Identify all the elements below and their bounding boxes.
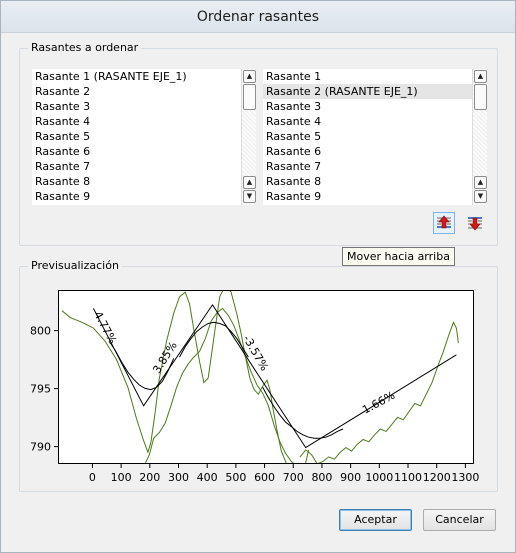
right-list-item[interactable]: Rasante 8 — [263, 174, 487, 189]
right-scroll-down-button[interactable]: ▲ — [474, 176, 487, 189]
left-list-item[interactable]: Rasante 6 — [32, 144, 256, 159]
right-list-item[interactable]: Rasante 6 — [263, 144, 487, 159]
cancel-button[interactable]: Cancelar — [423, 509, 496, 531]
right-list-item[interactable]: Rasante 9 — [263, 189, 487, 204]
left-list-item[interactable]: Rasante 3 — [32, 99, 256, 114]
slope-label: 1.66% — [360, 389, 397, 417]
right-list-item[interactable]: Rasante 1 — [263, 69, 487, 84]
left-list-item[interactable]: Rasante 7 — [32, 159, 256, 174]
slope-label: 4.77% — [91, 309, 119, 346]
dialog-window: Ordenar rasantes Rasantes a ordenar Rasa… — [0, 0, 516, 553]
right-scroll-up-button[interactable]: ▲ — [474, 70, 487, 83]
right-list-item[interactable]: Rasante 2 (RASANTE EJE_1) — [263, 84, 487, 99]
title-bar[interactable]: Ordenar rasantes — [1, 1, 515, 33]
left-scroll-down-button[interactable]: ▲ — [243, 176, 256, 189]
preview-chart-area: 4.77% 3.85% -3.57% 1.66% — [58, 290, 474, 464]
left-scroll-thumb[interactable] — [243, 84, 256, 110]
right-list[interactable]: Rasante 1 Rasante 2 (RASANTE EJE_1) Rasant… — [262, 68, 488, 206]
right-list-scrollbar[interactable]: ▲ ▲ ▼ — [472, 69, 487, 205]
left-list-scrollbar[interactable]: ▲ ▲ ▼ — [241, 69, 256, 205]
left-list[interactable]: Rasante 1 (RASANTE EJE_1) Rasante 2 Rasant… — [31, 68, 257, 206]
move-up-button[interactable] — [433, 212, 455, 234]
right-list-item[interactable]: Rasante 4 — [263, 114, 487, 129]
terrain-line-1 — [144, 307, 295, 463]
move-down-button[interactable] — [464, 212, 486, 234]
right-list-item[interactable]: Rasante 3 — [263, 99, 487, 114]
left-list-item[interactable]: Rasante 1 (RASANTE EJE_1) — [32, 69, 256, 84]
arrow-down-icon — [468, 217, 482, 231]
order-group-legend: Rasantes a ordenar — [28, 41, 142, 55]
vertical-curve-2 — [262, 387, 344, 439]
left-scroll-up-button[interactable]: ▲ — [243, 70, 256, 83]
left-list-item[interactable]: Rasante 2 — [32, 84, 256, 99]
right-list-item[interactable]: Rasante 5 — [263, 129, 487, 144]
arrow-up-icon — [437, 215, 451, 229]
left-list-item[interactable]: Rasante 8 — [32, 174, 256, 189]
left-list-item[interactable]: Rasante 4 — [32, 114, 256, 129]
terrain-line-2 — [299, 321, 459, 463]
left-list-item[interactable]: Rasante 5 — [32, 129, 256, 144]
right-scroll-bottom-button[interactable]: ▼ — [474, 190, 487, 203]
move-up-tooltip: Mover hacia arriba — [342, 247, 455, 266]
right-scroll-thumb[interactable] — [474, 84, 487, 110]
slope-label: 3.85% — [150, 339, 180, 376]
left-list-item[interactable]: Rasante 9 — [32, 189, 256, 204]
left-scroll-bottom-button[interactable]: ▼ — [243, 190, 256, 203]
preview-group-legend: Previsualización — [28, 259, 122, 273]
right-list-item[interactable]: Rasante 7 — [263, 159, 487, 174]
accept-button[interactable]: Aceptar — [339, 509, 412, 531]
profile-chart: 4.77%3.85% -3.57%1.66% — [61, 291, 459, 463]
